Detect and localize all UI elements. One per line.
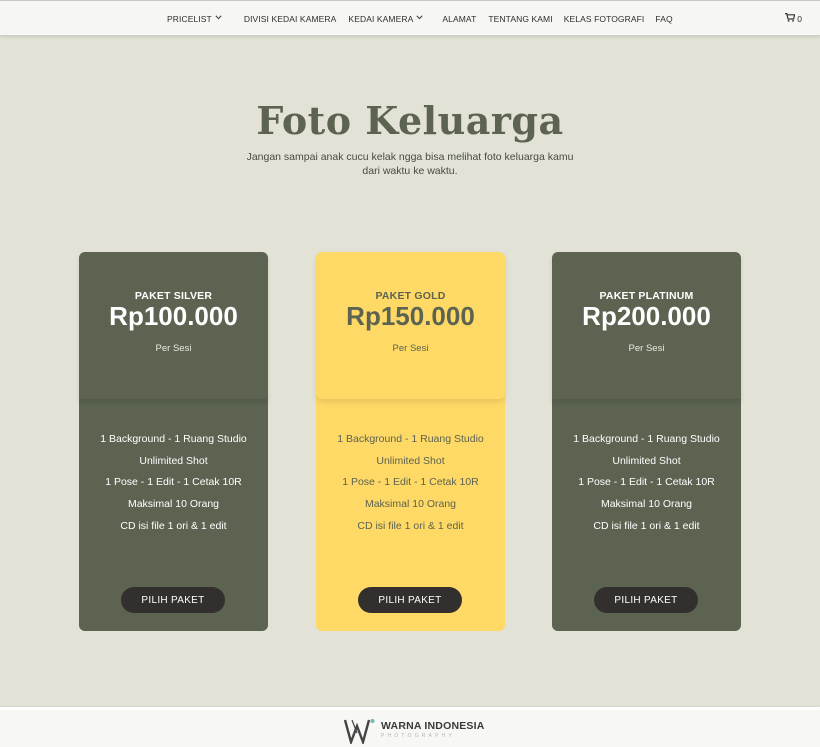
subtitle-line: Jangan sampai anak cucu kelak ngga bisa … <box>246 151 574 163</box>
nav-item-kelas-fotografi[interactable]: KELAS FOTOGRAFI <box>564 14 645 24</box>
page-title: Foto Keluarga <box>256 98 564 143</box>
nav-item-label: KELAS FOTOGRAFI <box>563 13 645 24</box>
feature-item: Maksimal 10 Orang <box>364 498 457 511</box>
nav-item-label: FAQ <box>655 13 673 24</box>
feature-item: CD isi file 1 ori & 1 edit <box>120 519 227 532</box>
nav-item-label: TENTANG KAMI <box>488 13 553 24</box>
package-unit: Per Sesi <box>155 343 192 354</box>
pricing-card-platinum: PAKET PLATINUM Rp200.000 Per Sesi 1 Back… <box>552 252 741 631</box>
nav-item-pricelist[interactable]: PRICELIST <box>167 14 222 24</box>
choose-package-button[interactable]: PILIH PAKET <box>594 587 698 613</box>
chevron-down-icon <box>416 15 423 22</box>
choose-package-button[interactable]: PILIH PAKET <box>358 587 462 613</box>
shopping-cart-icon <box>785 13 797 24</box>
feature-item: 1 Background - 1 Ruang Studio <box>573 433 720 445</box>
nav-item-tentang-kami[interactable]: TENTANG KAMI <box>488 14 552 24</box>
nav-item-divisi-kedai-kamera[interactable]: DIVISI KEDAI KAMERA <box>244 14 337 24</box>
pricing-card-header: PAKET GOLD Rp150.000 Per Sesi <box>316 252 505 399</box>
subtitle-line: dari waktu ke waktu. <box>362 165 458 177</box>
feature-item: Unlimited Shot <box>376 454 445 467</box>
brand-name: WARNA INDONESIA <box>381 720 485 732</box>
nav-menu: PRICELIST DIVISI KEDAI KAMERA KEDAI KAME… <box>167 1 673 36</box>
feature-item: 1 Background - 1 Ruang Studio <box>337 433 484 445</box>
choose-package-button[interactable]: PILIH PAKET <box>121 587 225 613</box>
page-subtitle: Jangan sampai anak cucu kelak ngga bisa … <box>240 150 580 178</box>
feature-list: 1 Background - 1 Ruang Studio Unlimited … <box>79 432 268 540</box>
chevron-down-icon <box>215 15 222 22</box>
brand-logo[interactable]: WARNA INDONESIA PHOTOGRAPHY <box>343 718 485 747</box>
feature-item: 1 Pose - 1 Edit - 1 Cetak 10R <box>342 476 479 489</box>
feature-item: 1 Pose - 1 Edit - 1 Cetak 10R <box>105 476 242 489</box>
pricing-card-header: PAKET SILVER Rp100.000 Per Sesi <box>79 252 268 399</box>
feature-item: CD isi file 1 ori & 1 edit <box>357 519 464 532</box>
feature-list: 1 Background - 1 Ruang Studio Unlimited … <box>552 432 741 540</box>
nav-item-alamat[interactable]: ALAMAT <box>442 14 476 24</box>
feature-item: Unlimited Shot <box>612 454 681 467</box>
package-unit: Per Sesi <box>392 343 429 354</box>
package-price: Rp150.000 <box>346 301 475 331</box>
package-price: Rp200.000 <box>582 301 711 331</box>
feature-item: Unlimited Shot <box>139 454 208 467</box>
nav-item-label: ALAMAT <box>442 13 477 24</box>
feature-list: 1 Background - 1 Ruang Studio Unlimited … <box>316 432 505 540</box>
package-price: Rp100.000 <box>109 301 238 331</box>
nav-item-faq[interactable]: FAQ <box>655 14 672 24</box>
brand-tagline: PHOTOGRAPHY <box>381 733 456 739</box>
cart-button[interactable]: 0 <box>785 13 802 24</box>
feature-item: Maksimal 10 Orang <box>127 498 220 511</box>
pricing-card-silver: PAKET SILVER Rp100.000 Per Sesi 1 Backgr… <box>79 252 268 631</box>
logo-text: WARNA INDONESIA PHOTOGRAPHY <box>381 720 485 739</box>
top-navigation: PRICELIST DIVISI KEDAI KAMERA KEDAI KAME… <box>0 0 820 36</box>
pricing-card-gold: PAKET GOLD Rp150.000 Per Sesi 1 Backgrou… <box>316 252 505 631</box>
logo-mark-icon <box>343 718 376 747</box>
feature-item: 1 Pose - 1 Edit - 1 Cetak 10R <box>578 476 715 489</box>
nav-item-kedai-kamera[interactable]: KEDAI KAMERA <box>348 14 423 24</box>
feature-item: Maksimal 10 Orang <box>600 498 693 511</box>
feature-item: CD isi file 1 ori & 1 edit <box>593 519 700 532</box>
package-unit: Per Sesi <box>628 343 665 354</box>
pricing-card-header: PAKET PLATINUM Rp200.000 Per Sesi <box>552 252 741 399</box>
feature-item: 1 Background - 1 Ruang Studio <box>100 433 247 445</box>
footer: WARNA INDONESIA PHOTOGRAPHY <box>0 707 820 747</box>
nav-item-label: KEDAI KAMERA <box>348 13 414 24</box>
cart-count: 0 <box>797 13 802 24</box>
nav-item-label: PRICELIST <box>167 13 212 24</box>
nav-item-label: DIVISI KEDAI KAMERA <box>243 13 337 24</box>
